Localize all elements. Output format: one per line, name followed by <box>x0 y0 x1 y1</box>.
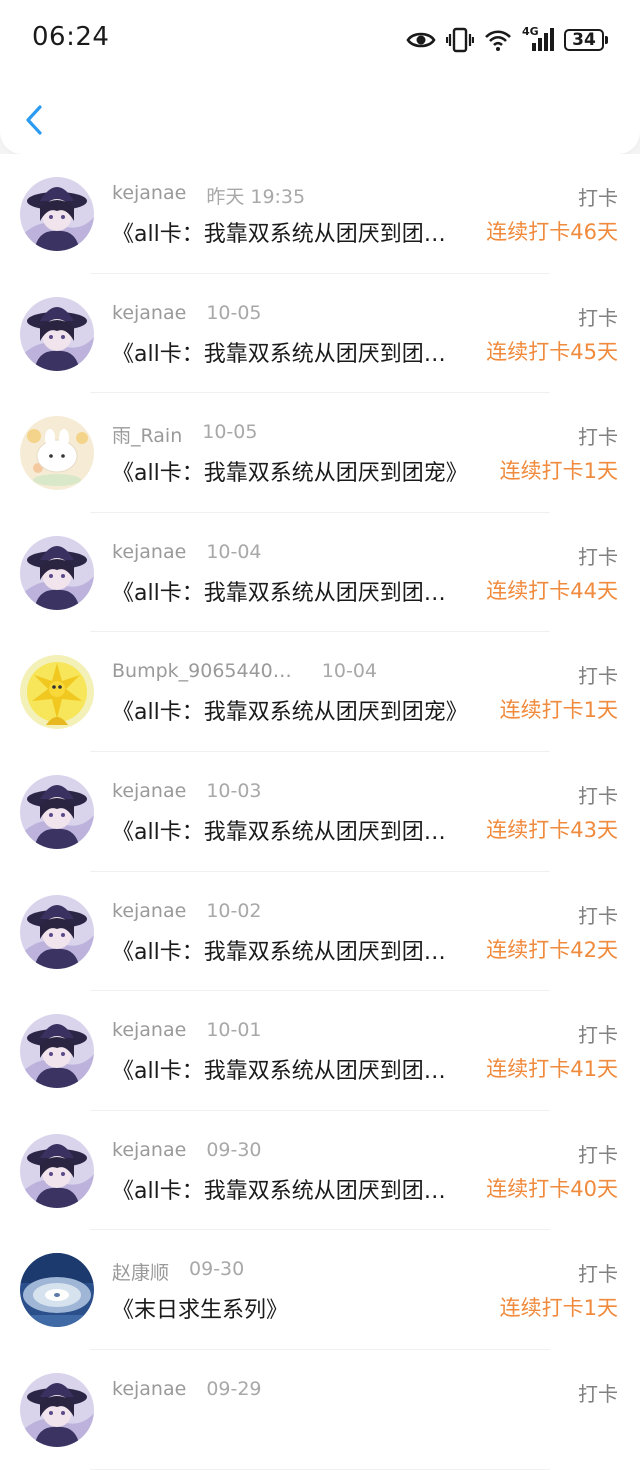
item-meta: 雨_Rain 10-05 <box>112 421 257 447</box>
list-item[interactable]: kejanae 10-04 打卡《all卡：我靠双系统从团厌到团… 连续打卡44天 <box>0 513 640 633</box>
item-meta: kejanae 10-05 <box>112 302 262 328</box>
book-title[interactable]: 《all卡：我靠双系统从团厌到团… <box>112 1173 478 1205</box>
avatar[interactable] <box>20 535 94 610</box>
status-time: 06:24 <box>32 22 110 52</box>
item-meta: Bumpk_9065440… 10-04 <box>112 660 377 686</box>
avatar[interactable] <box>20 1372 94 1447</box>
item-meta: kejanae 昨天 19:35 <box>112 182 305 208</box>
username[interactable]: kejanae <box>112 900 186 922</box>
username[interactable]: 赵康顺 <box>112 1258 169 1285</box>
nav-bar <box>0 80 640 154</box>
timestamp: 10-04 <box>321 660 377 683</box>
avatar[interactable] <box>20 177 94 251</box>
item-meta: kejanae 10-02 <box>112 900 262 926</box>
streak-count: 连续打卡1天 <box>499 1296 618 1321</box>
list-item[interactable]: kejanae 09-30 打卡《all卡：我靠双系统从团厌到团… 连续打卡40天 <box>0 1111 640 1231</box>
avatar[interactable] <box>20 1253 94 1328</box>
streak-count: 连续打卡1天 <box>499 698 618 723</box>
list-item[interactable]: 雨_Rain 10-05 打卡《all卡：我靠双系统从团厌到团宠》 连续打卡1天 <box>0 393 640 513</box>
book-title[interactable]: 《all卡：我靠双系统从团厌到团… <box>112 814 478 846</box>
list-item[interactable]: kejanae 10-01 打卡《all卡：我靠双系统从团厌到团… 连续打卡41天 <box>0 991 640 1111</box>
streak-count: 连续打卡43天 <box>486 817 618 842</box>
checkin-tag: 打卡 <box>578 544 618 569</box>
book-title[interactable]: 《all卡：我靠双系统从团厌到团宠》 <box>112 455 468 487</box>
username[interactable]: kejanae <box>112 1139 186 1161</box>
list-item[interactable]: kejanae 10-03 打卡《all卡：我靠双系统从团厌到团… 连续打卡43天 <box>0 752 640 872</box>
list-item[interactable]: kejanae 10-02 打卡《all卡：我靠双系统从团厌到团… 连续打卡42天 <box>0 872 640 992</box>
avatar[interactable] <box>20 774 94 849</box>
avatar[interactable] <box>20 1133 94 1208</box>
list-item[interactable]: Bumpk_9065440… 10-04 打卡《all卡：我靠双系统从团厌到团宠》 连… <box>0 632 640 752</box>
username[interactable]: kejanae <box>112 182 186 204</box>
list-item[interactable]: 赵康顺 09-30 打卡《末日求生系列》 连续打卡1天 <box>0 1230 640 1350</box>
list-item[interactable]: kejanae 09-29 打卡 <box>0 1350 640 1470</box>
checkin-tag: 打卡 <box>578 1262 618 1287</box>
username[interactable]: kejanae <box>112 1378 186 1400</box>
timestamp: 10-03 <box>206 779 262 802</box>
username[interactable]: kejanae <box>112 302 186 324</box>
list-item[interactable]: kejanae 昨天 19:35 打卡《all卡：我靠双系统从团厌到团… 连续打卡46… <box>0 154 640 274</box>
streak-count: 连续打卡41天 <box>486 1057 618 1082</box>
item-meta: kejanae 10-04 <box>112 541 262 567</box>
battery-level: 34 <box>564 29 604 51</box>
checkin-tag: 打卡 <box>578 1023 618 1048</box>
avatar[interactable] <box>20 655 94 730</box>
checkin-tag: 打卡 <box>578 664 618 689</box>
checkin-tag: 打卡 <box>578 425 618 450</box>
checkin-tag: 打卡 <box>578 186 618 210</box>
checkin-tag: 打卡 <box>578 783 618 808</box>
checkin-tag: 打卡 <box>578 1381 618 1406</box>
timestamp: 10-01 <box>206 1019 262 1042</box>
item-meta: kejanae 09-29 <box>112 1378 262 1404</box>
list-item[interactable]: kejanae 10-05 打卡《all卡：我靠双系统从团厌到团… 连续打卡45天 <box>0 274 640 394</box>
username[interactable]: 雨_Rain <box>112 421 182 448</box>
item-meta: 赵康顺 09-30 <box>112 1258 244 1284</box>
checkin-tag: 打卡 <box>578 305 618 330</box>
status-bar: 06:24 4G 34 <box>0 0 640 80</box>
streak-count: 连续打卡40天 <box>486 1176 618 1201</box>
book-title[interactable]: 《all卡：我靠双系统从团厌到团… <box>112 336 478 368</box>
checkin-list: kejanae 昨天 19:35 打卡 《all卡：我靠双系统从团厌到团… 连续打卡46… <box>0 154 640 1470</box>
streak-count: 连续打卡46天 <box>486 220 618 244</box>
item-meta: kejanae 10-03 <box>112 780 262 806</box>
vibrate-icon <box>446 27 474 53</box>
avatar[interactable] <box>20 894 94 969</box>
eye-icon <box>406 29 436 51</box>
book-title[interactable]: 《all卡：我靠双系统从团厌到团… <box>112 575 478 607</box>
checkin-tag: 打卡 <box>578 903 618 928</box>
book-title[interactable]: 《末日求生系列》 <box>112 1292 288 1324</box>
back-button[interactable] <box>16 100 56 140</box>
book-title[interactable]: 《all卡：我靠双系统从团厌到团… <box>112 1053 478 1085</box>
book-title[interactable]: 《all卡：我靠双系统从团厌到团… <box>112 934 478 966</box>
username[interactable]: Bumpk_9065440… <box>112 660 292 682</box>
streak-count: 连续打卡1天 <box>499 459 618 484</box>
timestamp: 10-05 <box>206 301 262 324</box>
book-title[interactable]: 《all卡：我靠双系统从团厌到团… <box>112 216 478 248</box>
wifi-icon <box>484 28 512 52</box>
item-meta: kejanae 09-30 <box>112 1139 262 1165</box>
book-title[interactable]: 《all卡：我靠双系统从团厌到团宠》 <box>112 694 468 726</box>
timestamp: 昨天 19:35 <box>206 186 306 208</box>
streak-count: 连续打卡45天 <box>486 339 618 364</box>
timestamp: 09-30 <box>206 1138 262 1161</box>
avatar[interactable] <box>20 416 94 491</box>
item-meta: kejanae 10-01 <box>112 1019 262 1045</box>
timestamp: 09-30 <box>189 1258 245 1281</box>
timestamp: 10-04 <box>206 540 262 563</box>
battery-icon: 34 <box>564 29 608 51</box>
timestamp: 09-29 <box>206 1377 262 1400</box>
signal-4g-icon: 4G <box>522 25 554 53</box>
username[interactable]: kejanae <box>112 541 186 563</box>
timestamp: 10-02 <box>206 899 262 922</box>
username[interactable]: kejanae <box>112 1019 186 1041</box>
checkin-tag: 打卡 <box>578 1142 618 1167</box>
username[interactable]: kejanae <box>112 780 186 802</box>
chevron-left-icon <box>26 105 42 135</box>
status-icons: 4G 34 <box>406 22 608 58</box>
streak-count: 连续打卡44天 <box>486 578 618 603</box>
avatar[interactable] <box>20 1014 94 1089</box>
streak-count: 连续打卡42天 <box>486 937 618 962</box>
avatar[interactable] <box>20 296 94 371</box>
timestamp: 10-05 <box>202 421 258 444</box>
